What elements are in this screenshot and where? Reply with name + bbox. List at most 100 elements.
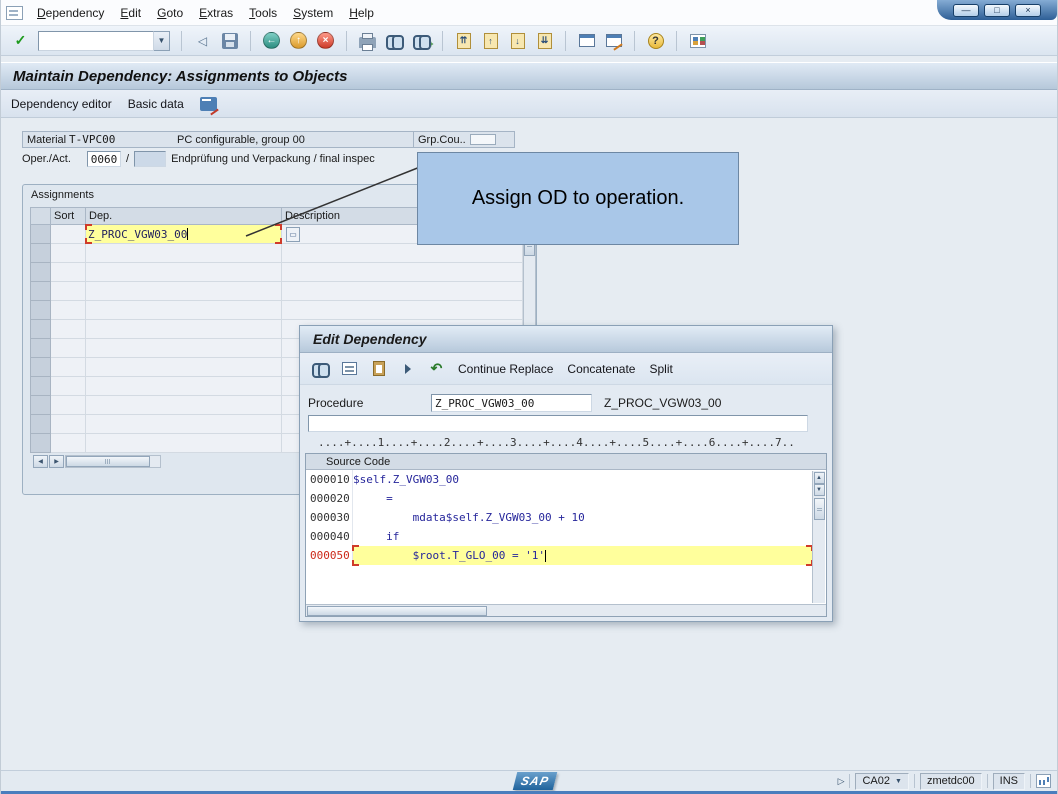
system-menu-icon[interactable] (6, 5, 23, 20)
scroll-right-icon[interactable]: ▶ (49, 455, 64, 468)
split-button[interactable]: Split (645, 359, 676, 379)
dependency-detail-icon[interactable]: ▭ (286, 226, 300, 242)
row-selector[interactable] (30, 396, 51, 415)
annotation-callout: Assign OD to operation. (417, 152, 739, 245)
transaction-field[interactable]: CA02 ▼ (855, 772, 909, 790)
operation-field[interactable]: 0060 (87, 151, 121, 167)
menu-item-edit[interactable]: Edit (112, 2, 149, 24)
create-shortcut-icon (605, 34, 622, 47)
first-page-button[interactable]: ⇈ (452, 29, 475, 53)
shortcut-button[interactable] (602, 29, 625, 53)
basic-data-button[interactable]: Basic data (128, 97, 184, 111)
menu-item-tools[interactable]: Tools (241, 2, 285, 24)
dialog-undo-button[interactable]: ↶ (425, 357, 448, 381)
help-button[interactable]: ? (644, 29, 667, 53)
scroll-left-icon[interactable]: ◀ (33, 455, 48, 468)
transaction-dropdown-icon[interactable]: ▼ (895, 778, 902, 785)
row-selector[interactable] (30, 244, 51, 263)
dep-column-header[interactable]: Dep. (86, 207, 282, 225)
toolbar-separator (565, 30, 566, 51)
line-code[interactable]: mdata$self.Z_VGW03_00 + 10 (353, 508, 812, 527)
previous-page-button[interactable]: ↑ (479, 29, 502, 53)
row-selector[interactable] (30, 301, 51, 320)
edit-dependency-dialog: Edit Dependency ↶ Continue Replace Conca… (299, 325, 833, 622)
line-code[interactable]: if (353, 527, 812, 546)
cancel-button[interactable]: × (314, 29, 337, 53)
find-button[interactable] (383, 29, 406, 53)
dependency-editor-button[interactable]: Dependency editor (11, 97, 112, 111)
last-page-button[interactable]: ⇊ (533, 29, 556, 53)
wizard-icon[interactable] (199, 96, 217, 111)
scroll-up-icon[interactable]: ▲ (813, 472, 825, 484)
menu-item-help[interactable]: Help (341, 2, 382, 24)
exit-button[interactable]: ↑ (287, 29, 310, 53)
next-page-button[interactable]: ↓ (506, 29, 529, 53)
print-button[interactable] (356, 29, 379, 53)
row-selector[interactable] (30, 225, 51, 244)
dialog-replace-button[interactable] (338, 357, 361, 381)
restore-button[interactable]: □ (984, 3, 1010, 17)
line-code[interactable]: = (353, 489, 812, 508)
hscrollbar-track[interactable] (65, 455, 161, 468)
save-button[interactable] (218, 29, 241, 53)
selector-column-header[interactable] (30, 207, 51, 225)
close-button[interactable]: × (1015, 3, 1041, 17)
row-selector[interactable] (30, 339, 51, 358)
line-code[interactable]: $self.Z_VGW03_00 (353, 470, 812, 489)
table-row (30, 301, 523, 320)
source-vscrollbar[interactable]: ▲ ▼ (812, 471, 825, 603)
menu-item-goto[interactable]: Goto (149, 2, 191, 24)
row-selector[interactable] (30, 377, 51, 396)
suboperation-field[interactable] (134, 151, 167, 167)
assignments-title: Assignments (31, 189, 94, 201)
insert-mode-field[interactable]: INS (992, 772, 1025, 790)
line-code[interactable]: $root.T_GLO_00 = '1' (352, 545, 813, 566)
continue-replace-button[interactable]: Continue Replace (454, 359, 557, 379)
row-selector[interactable] (30, 320, 51, 339)
toolbar-separator (634, 30, 635, 51)
dialog-select-button[interactable] (396, 357, 419, 381)
hscrollbar-thumb[interactable] (66, 456, 150, 467)
menu-item-system[interactable]: System (285, 2, 341, 24)
dep-cell[interactable]: Z_PROC_VGW03_00 (85, 224, 282, 244)
status-bar: SAP ▷ CA02 ▼ zmetdc00 INS (1, 770, 1057, 791)
hscrollbar-thumb[interactable] (307, 605, 487, 616)
command-field[interactable] (38, 30, 154, 51)
dialog-find-button[interactable] (309, 357, 332, 381)
concatenate-button[interactable]: Concatenate (563, 359, 639, 379)
standard-toolbar: ✓ ▼ ◁ ← ↑ × + ⇈ ↑ ↓ ⇊ ? (1, 26, 1057, 56)
row-selector[interactable] (30, 282, 51, 301)
command-dropdown-icon[interactable]: ▼ (154, 30, 170, 51)
sort-cell[interactable] (51, 225, 86, 244)
sap-logo: SAP (512, 772, 558, 790)
back-button[interactable]: ← (260, 29, 283, 53)
enter-button[interactable]: ✓ (9, 29, 32, 53)
find-next-button[interactable]: + (410, 29, 434, 53)
back-list-button[interactable]: ◁ (191, 29, 214, 53)
vscrollbar-thumb[interactable] (813, 498, 825, 520)
source-hscrollbar[interactable] (306, 604, 826, 616)
row-selector[interactable] (30, 415, 51, 434)
group-counter-field[interactable] (469, 134, 496, 145)
customize-button[interactable] (686, 29, 709, 53)
source-empty-area[interactable] (306, 565, 826, 606)
scroll-down-icon[interactable]: ▼ (813, 484, 825, 496)
minimize-button[interactable]: — (953, 3, 979, 17)
dialog-paste-button[interactable] (367, 357, 390, 381)
row-selector[interactable] (30, 434, 51, 453)
sort-column-header[interactable]: Sort (51, 207, 86, 225)
dialog-title-bar[interactable]: Edit Dependency (300, 326, 832, 353)
message-expand-icon[interactable]: ▷ (838, 776, 845, 787)
menu-item-dependency[interactable]: Dependency (29, 2, 112, 24)
row-selector[interactable] (30, 263, 51, 282)
dialog-toolbar: ↶ Continue Replace Concatenate Split (300, 353, 832, 385)
system-field: zmetdc00 (919, 772, 982, 790)
edit-line-field[interactable] (308, 415, 808, 432)
menu-item-extras[interactable]: Extras (191, 2, 241, 24)
row-selector[interactable] (30, 358, 51, 377)
exit-icon: ↑ (290, 32, 307, 49)
performance-icon[interactable] (1036, 774, 1051, 788)
line-number: 000020 (306, 489, 353, 508)
new-session-button[interactable] (575, 29, 598, 53)
procedure-field[interactable]: Z_PROC_VGW03_00 (431, 394, 592, 412)
